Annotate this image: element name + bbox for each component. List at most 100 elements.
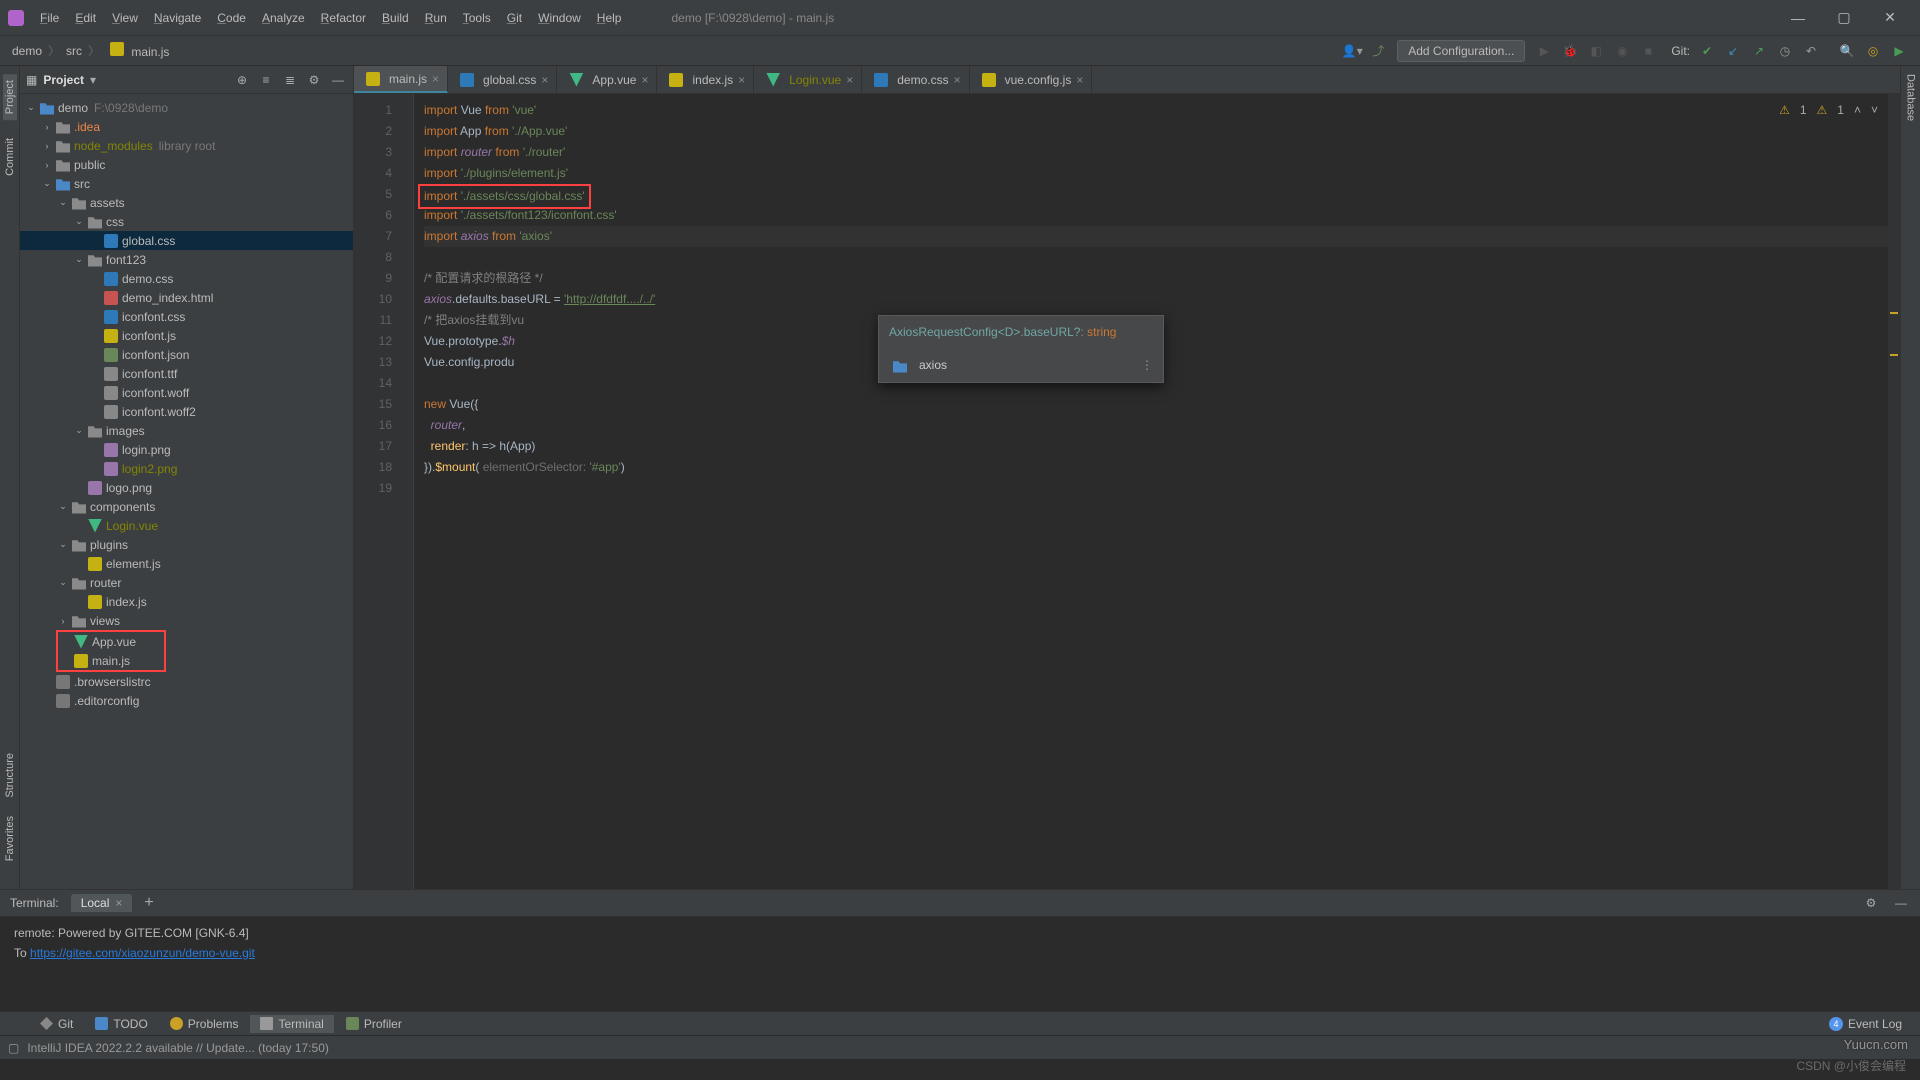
close-tab-icon[interactable]: × <box>541 73 548 87</box>
code-completion-popup[interactable]: AxiosRequestConfig<D>.baseURL?: string a… <box>878 315 1164 383</box>
close-icon[interactable]: ✕ <box>1868 4 1912 32</box>
tree-item-app-vue[interactable]: App.vue <box>58 632 164 651</box>
commit-tool-tab[interactable]: Commit <box>4 138 16 176</box>
git-url-link[interactable]: https://gitee.com/xiaozunzun/demo-vue.gi… <box>30 946 255 960</box>
new-terminal-icon[interactable]: + <box>144 894 153 912</box>
terminal-settings-icon[interactable]: ⚙ <box>1862 894 1880 912</box>
menu-code[interactable]: Code <box>209 7 254 29</box>
inspection-widget[interactable]: ⚠1 ⚠1 ˄ ˅ <box>1779 100 1878 121</box>
tree-item-font123[interactable]: ⌄font123 <box>20 250 353 269</box>
terminal-tool-tab[interactable]: Terminal <box>250 1015 333 1033</box>
tree-item-iconfont-woff2[interactable]: iconfont.woff2 <box>20 402 353 421</box>
tree-item-views[interactable]: ›views <box>20 611 353 630</box>
menu-window[interactable]: Window <box>530 7 589 29</box>
menu-file[interactable]: File <box>32 7 67 29</box>
editor-tab-vue-config-js[interactable]: vue.config.js× <box>970 66 1093 93</box>
hide-icon[interactable]: — <box>329 71 347 89</box>
close-tab-icon[interactable]: × <box>954 73 961 87</box>
menu-git[interactable]: Git <box>499 7 530 29</box>
prev-highlight-icon[interactable]: ˄ <box>1854 100 1861 121</box>
profiler-tool-tab[interactable]: Profiler <box>336 1015 412 1033</box>
hide-terminal-icon[interactable]: — <box>1892 894 1910 912</box>
close-tab-icon[interactable]: × <box>738 73 745 87</box>
tree-item-demo[interactable]: ⌄demoF:\0928\demo <box>20 98 353 117</box>
tree-item--browserslistrc[interactable]: .browserslistrc <box>20 672 353 691</box>
tree-item-demo-css[interactable]: demo.css <box>20 269 353 288</box>
run-icon[interactable]: ▶ <box>1533 40 1555 62</box>
history-icon[interactable]: ◷ <box>1774 40 1796 62</box>
tree-item-iconfont-css[interactable]: iconfont.css <box>20 307 353 326</box>
completion-item[interactable]: axios ⋮ <box>879 349 1163 382</box>
editor-tab-login-vue[interactable]: Login.vue× <box>754 66 862 93</box>
terminal-tab[interactable]: Local× <box>71 894 133 912</box>
tree-item-global-css[interactable]: global.css <box>20 231 353 250</box>
menu-run[interactable]: Run <box>417 7 455 29</box>
tree-item-login-png[interactable]: login.png <box>20 440 353 459</box>
close-tab-icon[interactable]: × <box>115 896 122 910</box>
tree-item-public[interactable]: ›public <box>20 155 353 174</box>
tree-item-element-js[interactable]: element.js <box>20 554 353 573</box>
close-tab-icon[interactable]: × <box>846 73 853 87</box>
database-tool-tab[interactable]: Database <box>1905 74 1917 121</box>
project-tool-tab[interactable]: Project <box>3 74 17 120</box>
project-view-dropdown-icon[interactable]: ▾ <box>90 73 96 87</box>
close-tab-icon[interactable]: × <box>1076 73 1083 87</box>
editor-tab-demo-css[interactable]: demo.css× <box>862 66 969 93</box>
tree-item-logo-png[interactable]: logo.png <box>20 478 353 497</box>
debug-icon[interactable]: 🐞 <box>1559 40 1581 62</box>
code-editor[interactable]: ⚠1 ⚠1 ˄ ˅ AxiosRequestConfig<D>.baseURL?… <box>414 94 1888 889</box>
build-icon[interactable]: ⤴ <box>1367 40 1389 62</box>
error-stripe[interactable] <box>1888 94 1900 889</box>
todo-tool-tab[interactable]: TODO <box>85 1015 157 1033</box>
run-config-button[interactable]: Add Configuration... <box>1397 40 1525 62</box>
profile-icon[interactable]: ◉ <box>1611 40 1633 62</box>
breadcrumb-file[interactable]: main.js <box>102 42 173 59</box>
ide-settings-icon[interactable]: ◎ <box>1862 40 1884 62</box>
menu-help[interactable]: Help <box>589 7 630 29</box>
tree-item-assets[interactable]: ⌄assets <box>20 193 353 212</box>
close-tab-icon[interactable]: × <box>432 72 439 86</box>
tree-item-src[interactable]: ⌄src <box>20 174 353 193</box>
next-highlight-icon[interactable]: ˅ <box>1871 100 1878 121</box>
update-icon[interactable]: ↙ <box>1722 40 1744 62</box>
more-icon[interactable]: ⋮ <box>1141 355 1153 376</box>
tree-item--idea[interactable]: ›.idea <box>20 117 353 136</box>
coverage-icon[interactable]: ◧ <box>1585 40 1607 62</box>
minimize-icon[interactable]: — <box>1776 4 1820 32</box>
select-opened-file-icon[interactable]: ⊕ <box>233 71 251 89</box>
tree-item-iconfont-js[interactable]: iconfont.js <box>20 326 353 345</box>
tree-item-demo-index-html[interactable]: demo_index.html <box>20 288 353 307</box>
menu-analyze[interactable]: Analyze <box>254 7 313 29</box>
menu-edit[interactable]: Edit <box>67 7 104 29</box>
tree-item-css[interactable]: ⌄css <box>20 212 353 231</box>
menu-navigate[interactable]: Navigate <box>146 7 209 29</box>
expand-all-icon[interactable]: ≡ <box>257 71 275 89</box>
tree-item-plugins[interactable]: ⌄plugins <box>20 535 353 554</box>
problems-tool-tab[interactable]: Problems <box>160 1015 249 1033</box>
tree-item-iconfont-json[interactable]: iconfont.json <box>20 345 353 364</box>
tree-item-iconfont-ttf[interactable]: iconfont.ttf <box>20 364 353 383</box>
maximize-icon[interactable]: ▢ <box>1822 4 1866 32</box>
gear-icon[interactable]: ⚙ <box>305 71 323 89</box>
project-panel-title[interactable]: Project <box>43 73 84 87</box>
tree-item-iconfont-woff[interactable]: iconfont.woff <box>20 383 353 402</box>
favorites-tool-tab[interactable]: Favorites <box>4 816 16 861</box>
rollback-icon[interactable]: ↶ <box>1800 40 1822 62</box>
tree-item-components[interactable]: ⌄components <box>20 497 353 516</box>
terminal-output[interactable]: remote: Powered by GITEE.COM [GNK-6.4] T… <box>0 917 1920 1011</box>
tool-windows-icon[interactable]: ▢ <box>8 1041 19 1055</box>
menu-tools[interactable]: Tools <box>455 7 499 29</box>
menu-view[interactable]: View <box>104 7 146 29</box>
tree-item--editorconfig[interactable]: .editorconfig <box>20 691 353 710</box>
event-log-button[interactable]: 4 Event Log <box>1819 1015 1912 1033</box>
tree-item-index-js[interactable]: index.js <box>20 592 353 611</box>
search-icon[interactable]: 🔍 <box>1836 40 1858 62</box>
editor-tab-app-vue[interactable]: App.vue× <box>557 66 657 93</box>
menu-build[interactable]: Build <box>374 7 417 29</box>
fold-gutter[interactable] <box>402 94 414 889</box>
tree-item-login2-png[interactable]: login2.png <box>20 459 353 478</box>
stop-icon[interactable]: ■ <box>1637 40 1659 62</box>
menu-refactor[interactable]: Refactor <box>313 7 374 29</box>
editor-tab-main-js[interactable]: main.js× <box>354 66 448 93</box>
collapse-all-icon[interactable]: ≣ <box>281 71 299 89</box>
